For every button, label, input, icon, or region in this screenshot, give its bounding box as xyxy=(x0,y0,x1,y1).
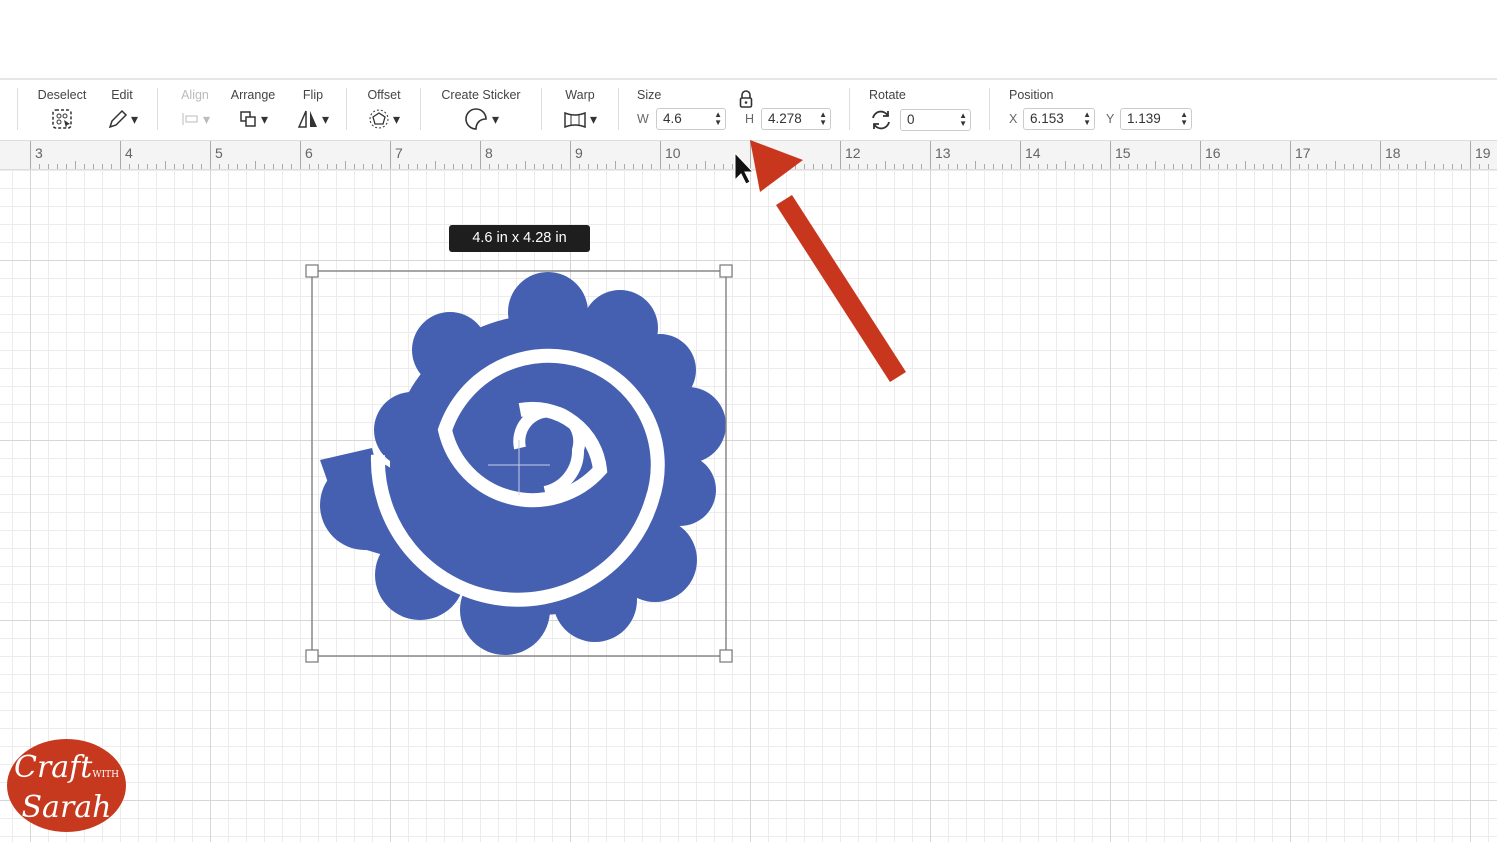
mouse-cursor-icon xyxy=(734,151,755,185)
resize-handle-bottom-left[interactable] xyxy=(305,649,319,663)
canvas-overlay xyxy=(305,140,906,663)
size-tooltip: 4.6 in x 4.28 in xyxy=(449,225,590,252)
resize-handle-top-right[interactable] xyxy=(719,264,733,278)
annotation-arrow xyxy=(750,140,906,382)
resize-handle-top-left[interactable] xyxy=(305,264,319,278)
craft-with-sarah-logo: Craftwith Sarah xyxy=(7,739,126,832)
resize-handle-bottom-right[interactable] xyxy=(719,649,733,663)
